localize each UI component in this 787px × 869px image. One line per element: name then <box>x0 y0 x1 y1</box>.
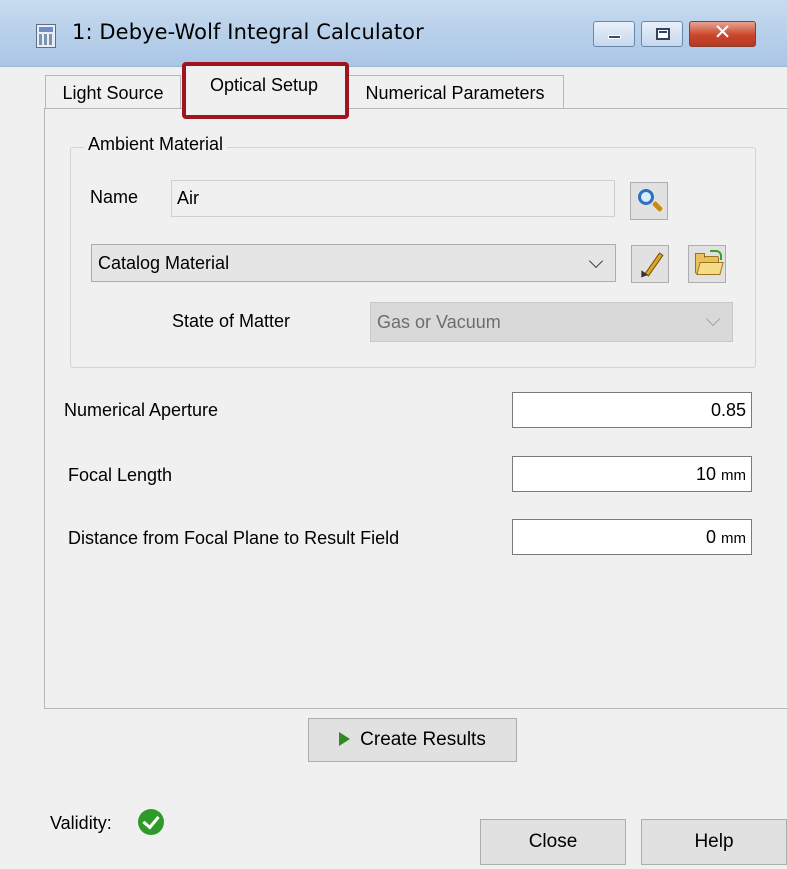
window-title: 1: Debye-Wolf Integral Calculator <box>72 20 424 44</box>
material-name-value: Air <box>177 188 199 208</box>
focal-length-label: Focal Length <box>68 465 173 485</box>
calculator-icon <box>36 24 56 48</box>
minimize-button[interactable] <box>593 21 635 47</box>
tab-optical-setup[interactable]: Optical Setup <box>182 66 346 109</box>
chevron-down-icon <box>588 253 604 269</box>
close-window-button[interactable]: ✕ <box>689 20 756 47</box>
play-icon <box>339 732 351 746</box>
numerical-aperture-field[interactable]: 0.85 <box>512 392 752 428</box>
material-type-value: Catalog Material <box>98 253 230 273</box>
check-circle-icon <box>138 809 164 835</box>
close-icon: ✕ <box>713 20 732 44</box>
minimize-icon <box>608 35 621 39</box>
validity-label: Validity: <box>50 813 112 833</box>
state-of-matter-value: Gas or Vacuum <box>377 312 501 332</box>
numerical-aperture-label: Numerical Aperture <box>64 400 219 420</box>
material-name-field[interactable]: Air <box>171 180 615 217</box>
distance-unit: mm <box>721 530 746 547</box>
tab-numerical-parameters[interactable]: Numerical Parameters <box>346 75 564 108</box>
help-button[interactable]: Help <box>641 819 787 865</box>
material-type-dropdown[interactable]: Catalog Material <box>91 244 616 282</box>
close-button[interactable]: Close <box>480 819 626 865</box>
maximize-icon <box>656 28 670 40</box>
search-material-button[interactable] <box>630 182 668 220</box>
maximize-button[interactable] <box>641 21 683 47</box>
distance-field[interactable]: 0 mm <box>512 519 752 555</box>
dialog-window: 1: Debye-Wolf Integral Calculator ✕ Ligh… <box>0 0 787 869</box>
title-bar[interactable]: 1: Debye-Wolf Integral Calculator ✕ <box>0 0 787 67</box>
focal-length-field[interactable]: 10 mm <box>512 456 752 492</box>
open-material-button[interactable] <box>688 245 726 283</box>
create-results-label: Create Results <box>360 729 486 750</box>
numerical-aperture-value: 0.85 <box>710 400 746 420</box>
focal-length-unit: mm <box>721 467 746 484</box>
create-results-button[interactable]: Create Results <box>308 718 517 762</box>
distance-label: Distance from Focal Plane to Result Fiel… <box>68 528 400 548</box>
tab-light-source[interactable]: Light Source <box>45 75 181 108</box>
edit-material-button[interactable] <box>631 245 669 283</box>
focal-length-value: 10 <box>695 464 716 484</box>
state-of-matter-dropdown: Gas or Vacuum <box>370 302 733 342</box>
chevron-down-icon <box>705 311 721 327</box>
ambient-material-label: Ambient Material <box>84 134 228 155</box>
state-of-matter-label: State of Matter <box>172 311 291 331</box>
distance-value: 0 <box>705 527 716 547</box>
name-label: Name <box>90 187 139 207</box>
